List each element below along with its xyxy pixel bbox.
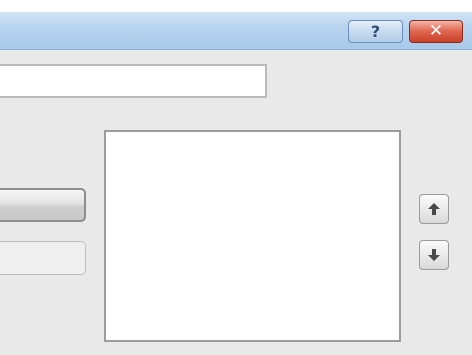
close-button[interactable]: ✕ [409, 20, 463, 43]
move-down-button[interactable] [419, 240, 449, 270]
help-button[interactable]: ? [348, 20, 403, 43]
window-top-edge [0, 0, 472, 12]
arrow-up-icon [426, 201, 442, 217]
move-up-button[interactable] [419, 194, 449, 224]
text-input[interactable] [0, 64, 267, 98]
action-button-secondary[interactable] [0, 241, 86, 275]
close-icon: ✕ [428, 21, 444, 41]
list-box[interactable] [104, 130, 401, 342]
action-button-primary[interactable] [0, 188, 86, 222]
arrow-down-icon [426, 247, 442, 263]
help-label: ? [370, 21, 381, 41]
